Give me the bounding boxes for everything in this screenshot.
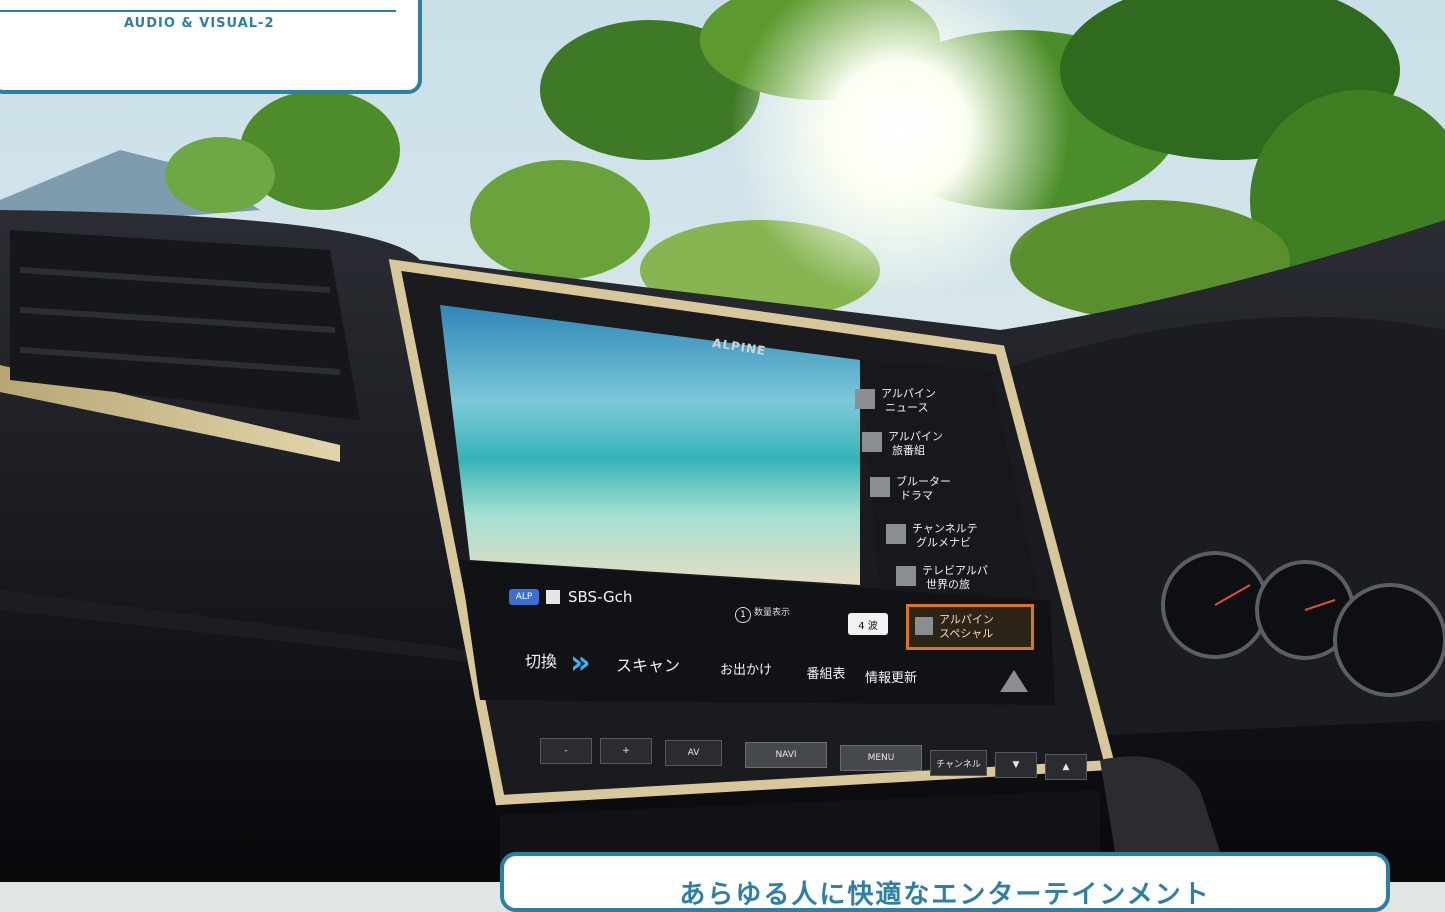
channel-line1: ブルーター [896,475,951,488]
navi-button[interactable]: NAVI [745,742,827,768]
channel-line2: 旅番組 [892,444,925,457]
channel-line1: テレビアルパ [922,564,988,577]
channel-thumbnail [870,477,890,497]
volume-up-button[interactable]: + [600,738,652,764]
channel-item[interactable]: チャンネルテ グルメナビ [886,520,1056,560]
header-label: AUDIO & VISUAL-2 [124,16,275,31]
scene: AUDIO & VISUAL-2 ALPINE ALP SBS-Gch 1 数量… [0,0,1445,912]
channel-item-selected[interactable]: アルパイン スペシャル [906,604,1034,650]
channel-button[interactable]: チャンネル [930,750,987,776]
signal-badge[interactable]: 4 波 [848,613,888,635]
channel-line1: チャンネルテ [912,522,978,535]
channel-thumbnail [886,524,906,544]
antenna-icon [546,590,560,604]
up-button[interactable]: ▲ [1045,754,1087,780]
channel-line1: アルパイン [888,430,943,443]
tab-program-guide[interactable]: 番組表 [800,650,852,694]
header-rule [0,10,396,12]
background-photo [0,0,1445,882]
down-button[interactable]: ▼ [995,752,1037,778]
channel-line2: ニュース [885,401,929,414]
menu-button[interactable]: MENU [840,745,922,771]
channel-label: SBS-Gch [568,588,633,606]
channel-item[interactable]: テレビアルパ 世界の旅 [896,562,1066,602]
channel-thumbnail [855,389,875,409]
network-badge: ALP [509,589,539,605]
mini-info: 数量表示 [754,608,791,618]
channel-line2: ドラマ [900,489,933,502]
channel-thumbnail [915,617,933,635]
footer-caption: あらゆる人に快適なエンターテインメント [679,880,1211,910]
tab-outing[interactable]: お出かけ [700,646,792,690]
tab-info-update[interactable]: 情報更新 [855,654,927,698]
footer-card: あらゆる人に快適なエンターテインメント [500,852,1390,912]
channel-line2: スペシャル [939,627,994,640]
channel-line2: 世界の旅 [926,578,970,591]
header-card: AUDIO & VISUAL-2 [0,0,422,94]
channel-thumbnail [862,432,882,452]
channel-line2: グルメナビ [916,536,971,549]
eject-icon[interactable] [1000,670,1028,692]
channel-item[interactable]: ブルーター ドラマ [870,473,1040,513]
tab-scan[interactable]: スキャン [602,642,694,686]
av-button[interactable]: AV [665,740,722,766]
chevron-right-icon: » [570,643,591,681]
tab-switch[interactable]: 切換 [512,638,570,682]
volume-down-button[interactable]: - [540,738,592,764]
channel-line1: アルパイン [939,613,994,626]
channel-line1: アルパイン [881,387,936,400]
channel-thumbnail [896,566,916,586]
channel-item[interactable]: アルパイン ニュース [855,385,1025,425]
channel-item[interactable]: アルパイン 旅番組 [862,428,1032,468]
index-badge: 1 [735,607,751,623]
